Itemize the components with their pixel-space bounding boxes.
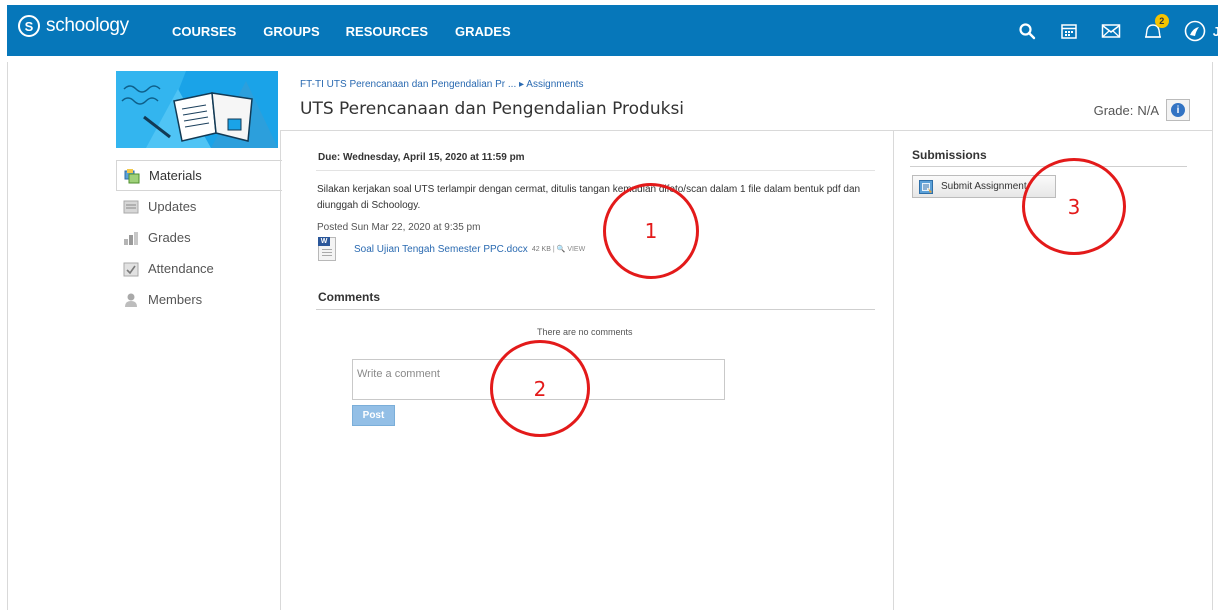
- schoology-logo[interactable]: S schoology: [18, 15, 129, 37]
- user-name-initial[interactable]: J: [1213, 24, 1218, 39]
- sidebar-item-label: Members: [148, 292, 203, 307]
- info-icon: i: [1171, 103, 1185, 117]
- notifications-icon[interactable]: 2: [1139, 14, 1169, 45]
- page-right-border: [1212, 62, 1213, 610]
- comments-heading: Comments: [318, 290, 381, 304]
- course-sidebar: Materials Updates Grades Attendance Memb…: [116, 160, 282, 315]
- grade-info-button[interactable]: i: [1166, 99, 1190, 121]
- post-comment-button[interactable]: Post: [352, 405, 395, 426]
- calendar-icon[interactable]: [1055, 17, 1083, 45]
- grade-display: Grade: N/A i: [1094, 99, 1190, 121]
- sidebar-item-label: Attendance: [148, 261, 214, 276]
- top-bar: S schoology COURSES GROUPS RESOURCES GRA…: [0, 0, 1218, 62]
- annotation-number-1: 1: [644, 219, 658, 243]
- nav-resources[interactable]: RESOURCES: [346, 24, 428, 39]
- annotation-number-3: 3: [1067, 194, 1081, 219]
- nav-icons: 2 J: [999, 14, 1218, 45]
- sidebar-item-label: Updates: [148, 199, 197, 214]
- content-top-border: [280, 130, 1212, 131]
- notification-badge: 2: [1154, 14, 1169, 28]
- grades-icon: [123, 230, 139, 246]
- page-title: UTS Perencanaan dan Pengendalian Produks…: [300, 99, 685, 119]
- sidebar-item-members[interactable]: Members: [116, 284, 280, 315]
- logo-mark: S: [18, 15, 40, 37]
- main-nav: COURSES GROUPS RESOURCES GRADES: [172, 24, 538, 39]
- attachment: Soal Ujian Tengah Semester PPC.docx 42 K…: [318, 237, 585, 261]
- user-avatar-icon[interactable]: [1181, 17, 1209, 45]
- sidebar-item-attendance[interactable]: Attendance: [116, 253, 280, 284]
- sidebar-item-updates[interactable]: Updates: [116, 191, 280, 222]
- breadcrumb-separator-icon: ▸: [519, 79, 525, 90]
- submit-assignment-label: Submit Assignment: [941, 181, 1027, 192]
- no-comments-text: There are no comments: [537, 327, 633, 337]
- mail-icon[interactable]: [1097, 17, 1125, 45]
- course-picture[interactable]: [116, 71, 278, 148]
- nav-grades[interactable]: GRADES: [455, 24, 511, 39]
- updates-icon: [123, 199, 139, 215]
- grade-value: N/A: [1137, 102, 1159, 118]
- comment-input[interactable]: [352, 359, 725, 400]
- due-date: Due: Wednesday, April 15, 2020 at 11:59 …: [318, 152, 525, 163]
- breadcrumb-assignments-link[interactable]: Assignments: [526, 79, 583, 90]
- page-left-border: [7, 62, 8, 610]
- annotation-circle-3: 3: [1022, 158, 1126, 255]
- nav-courses[interactable]: COURSES: [172, 24, 236, 39]
- due-divider: [316, 170, 875, 171]
- breadcrumb: FT-TI UTS Perencanaan dan Pengendalian P…: [300, 79, 584, 90]
- posted-date: Posted Sun Mar 22, 2020 at 9:35 pm: [317, 222, 481, 233]
- search-icon[interactable]: [1013, 17, 1041, 45]
- logo-text: schoology: [46, 15, 129, 36]
- assignment-description: Silakan kerjakan soal UTS terlampir deng…: [317, 184, 861, 211]
- sidebar-item-grades[interactable]: Grades: [116, 222, 280, 253]
- submissions-divider: [893, 130, 894, 610]
- members-icon: [123, 292, 139, 308]
- submissions-rule: [910, 166, 1187, 167]
- attendance-icon: [123, 261, 139, 277]
- submit-assignment-icon: [919, 179, 933, 194]
- grade-label: Grade:: [1093, 102, 1134, 118]
- materials-icon: [124, 168, 140, 184]
- content-left-border: [280, 130, 281, 610]
- comments-divider: [316, 309, 875, 310]
- attachment-size: 42 KB: [531, 245, 551, 253]
- attachment-view-link[interactable]: | 🔍 VIEW: [553, 245, 585, 253]
- nav-groups[interactable]: GROUPS: [263, 24, 319, 39]
- sidebar-item-materials[interactable]: Materials: [116, 160, 282, 191]
- breadcrumb-course-link[interactable]: FT-TI UTS Perencanaan dan Pengendalian P…: [300, 79, 516, 90]
- submissions-heading: Submissions: [912, 148, 987, 162]
- attachment-link[interactable]: Soal Ujian Tengah Semester PPC.docx: [354, 244, 528, 255]
- navigation-bar: S schoology COURSES GROUPS RESOURCES GRA…: [7, 5, 1218, 56]
- sidebar-item-label: Materials: [149, 168, 202, 183]
- word-document-icon: [318, 237, 336, 261]
- submit-assignment-button[interactable]: Submit Assignment: [912, 175, 1056, 198]
- sidebar-item-label: Grades: [148, 230, 191, 245]
